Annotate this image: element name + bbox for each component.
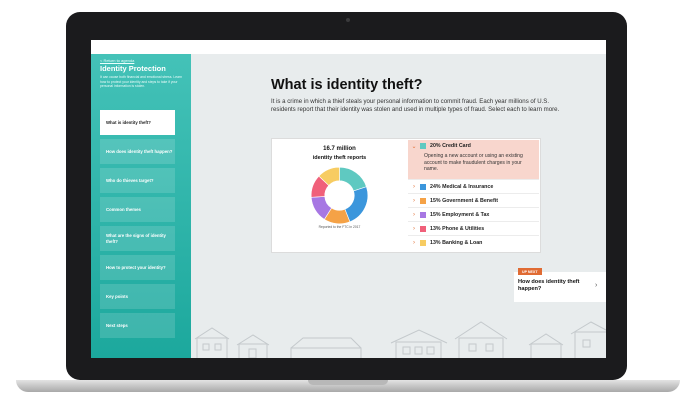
- color-swatch: [420, 197, 426, 204]
- chevron-right-icon[interactable]: ›: [595, 282, 597, 289]
- browser-top-strip: [91, 40, 606, 54]
- screen: < Return to agenda Identity Protection I…: [91, 40, 606, 358]
- chevron-right-icon: ›: [413, 183, 415, 190]
- sidebar-header: < Return to agenda Identity Protection I…: [100, 58, 186, 89]
- category-employment-tax[interactable]: › 15% Employment & Tax: [408, 207, 539, 221]
- houses-illustration: [194, 321, 606, 358]
- sidebar-description: It can cause both financial and emotiona…: [100, 75, 182, 89]
- category-government-benefit[interactable]: › 15% Government & Benefit: [408, 193, 539, 207]
- category-credit-card-expanded[interactable]: ⌄ 20% Credit Card Opening a new account …: [408, 140, 539, 179]
- category-label: 13% Phone & Utilities: [430, 225, 485, 232]
- intro-text: It is a crime in which a thief steals yo…: [271, 98, 560, 113]
- report-count: 16.7 million: [323, 146, 356, 152]
- sidebar-item-who-do-thieves-target[interactable]: Who do thieves target?: [100, 168, 175, 193]
- chevron-down-icon: ⌄: [411, 143, 417, 150]
- color-swatch: [420, 239, 426, 246]
- sidebar-item-key-points[interactable]: Key points: [100, 284, 175, 309]
- category-label: 15% Government & Benefit: [430, 197, 498, 204]
- fraud-breakdown-card: 16.7 million identity theft reports Repo…: [271, 138, 541, 253]
- category-credit-card-header[interactable]: ⌄ 20% Credit Card: [408, 142, 471, 150]
- sidebar-item-common-themes[interactable]: Common themes: [100, 197, 175, 222]
- color-swatch: [420, 183, 426, 190]
- category-label: 13% Banking & Loan: [430, 239, 483, 246]
- chevron-right-icon: ›: [413, 225, 415, 232]
- up-next-badge: UP NEXT: [518, 268, 542, 275]
- color-swatch: [420, 143, 426, 149]
- category-banking-loan[interactable]: › 13% Banking & Loan: [408, 235, 539, 249]
- category-label: 15% Employment & Tax: [430, 211, 490, 218]
- sidebar-title: Identity Protection: [100, 64, 166, 73]
- up-next-title[interactable]: How does identity theft happen?: [518, 279, 593, 293]
- stats-source: Reported to the FTC in 2017: [318, 225, 361, 229]
- back-to-agenda-link[interactable]: < Return to agenda: [100, 58, 186, 63]
- donut-slice-1[interactable]: [344, 186, 369, 223]
- chevron-right-icon: ›: [413, 239, 415, 246]
- chevron-right-icon: ›: [413, 211, 415, 218]
- category-description: Opening a new account or using an existi…: [424, 153, 523, 173]
- category-label: 24% Medical & Insurance: [430, 183, 494, 190]
- color-swatch: [420, 211, 426, 218]
- chevron-right-icon: ›: [413, 197, 415, 204]
- category-phone-utilities[interactable]: › 13% Phone & Utilities: [408, 221, 539, 235]
- sidebar-item-what-is-identity-theft[interactable]: What is identity theft?: [100, 110, 175, 135]
- fraud-donut-chart: [310, 166, 369, 225]
- report-count-label: identity theft reports: [312, 155, 367, 161]
- color-swatch: [420, 225, 426, 232]
- category-label: 20% Credit Card: [430, 143, 471, 149]
- donut-slice-0[interactable]: [339, 166, 367, 192]
- sidebar-item-how-to-protect[interactable]: How to protect your identity?: [100, 255, 175, 280]
- category-medical-insurance[interactable]: › 24% Medical & Insurance: [408, 179, 539, 193]
- sidebar-item-next-steps[interactable]: Next steps: [100, 313, 175, 338]
- page-title: What is identity theft?: [271, 77, 423, 93]
- camera-dot: [346, 18, 350, 22]
- sidebar-item-signs-of-identity-theft[interactable]: What are the signs of identity theft?: [100, 226, 175, 251]
- laptop-base-notch: [308, 380, 388, 385]
- sidebar-item-how-does-identity-theft-happen[interactable]: How does identity theft happen?: [100, 139, 175, 164]
- sidebar: < Return to agenda Identity Protection I…: [91, 54, 191, 358]
